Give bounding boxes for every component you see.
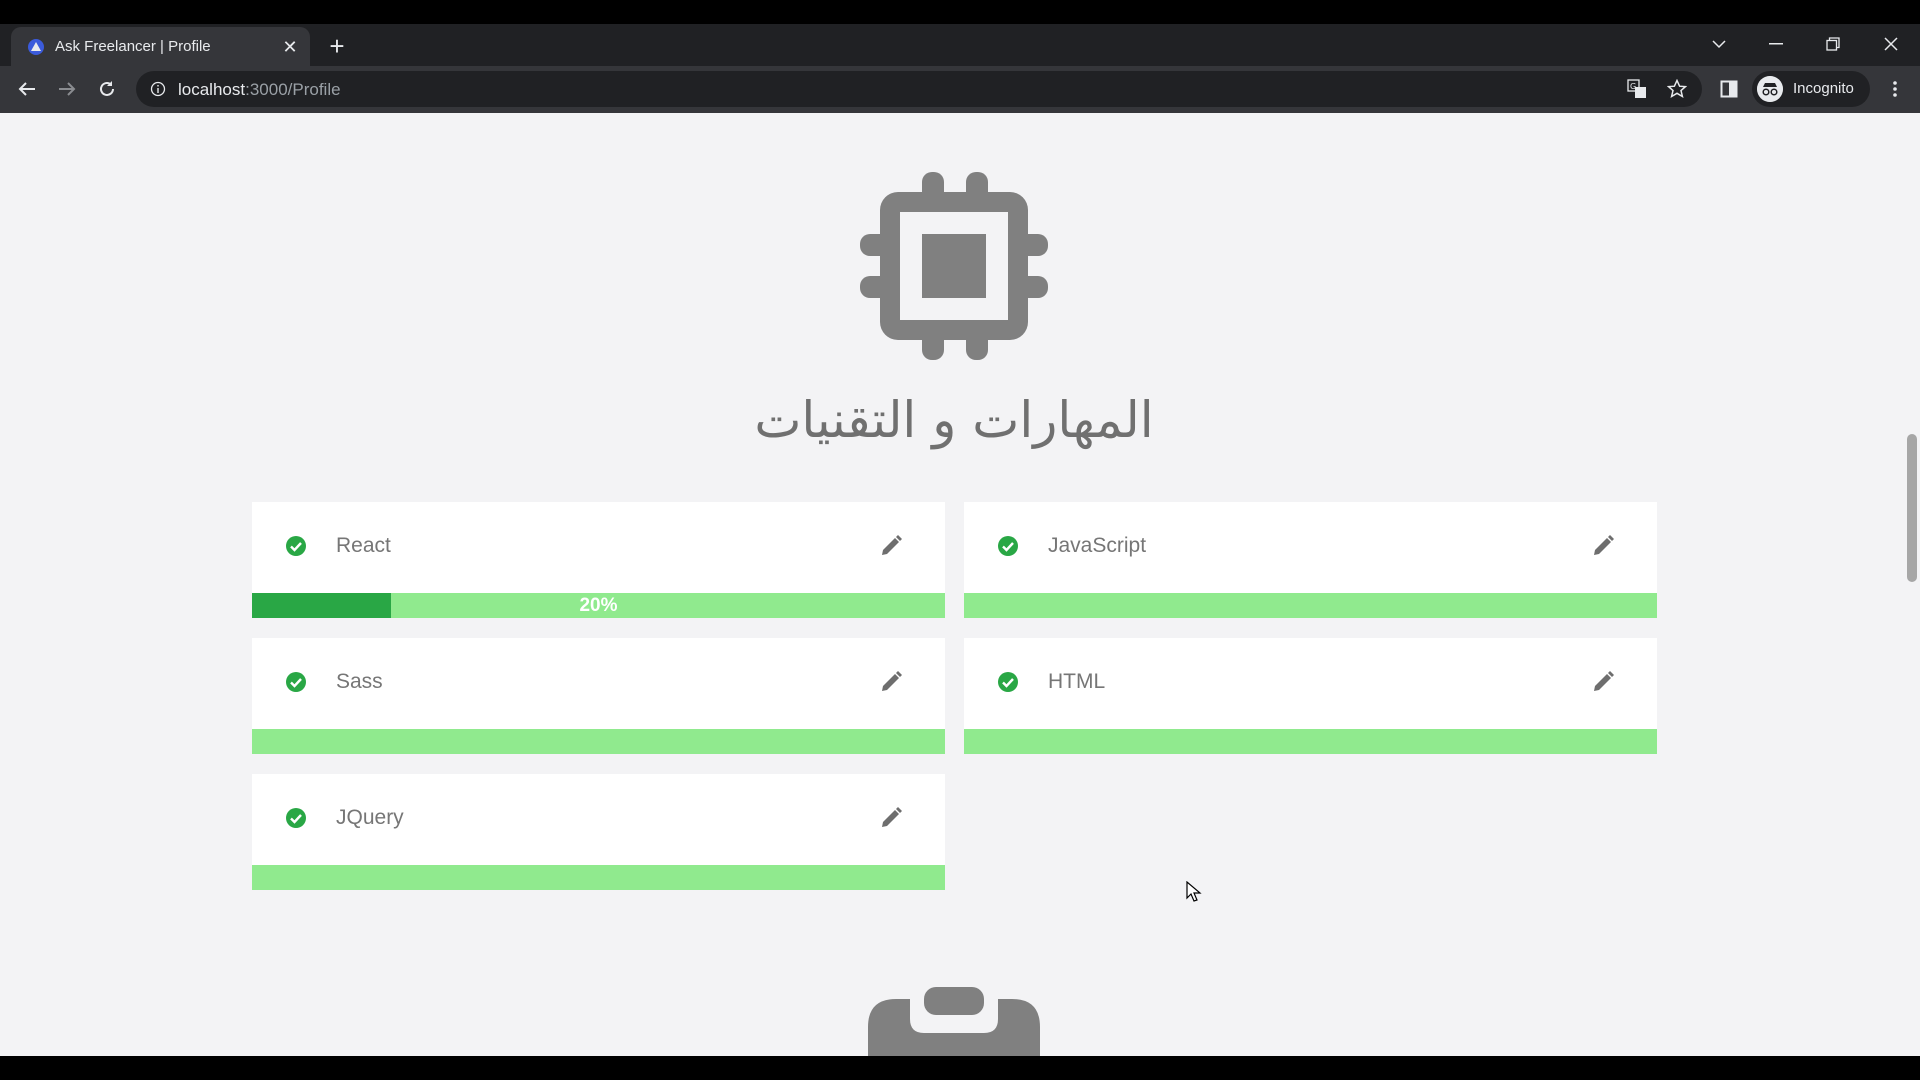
skill-progress-bar bbox=[964, 729, 1657, 754]
skill-progress-label: 20% bbox=[579, 595, 618, 616]
skill-progress-bar bbox=[964, 593, 1657, 618]
restore-button[interactable] bbox=[1813, 30, 1853, 58]
url-host: localhost bbox=[178, 80, 246, 99]
cpu-chip-icon bbox=[860, 172, 1048, 360]
skill-card: JQuery bbox=[252, 774, 945, 890]
pencil-edit-icon[interactable] bbox=[879, 534, 903, 558]
arrow-right-icon bbox=[59, 82, 76, 96]
screen-bottom-bar bbox=[0, 1056, 1920, 1080]
forward-button[interactable] bbox=[52, 74, 82, 104]
restore-icon bbox=[1826, 37, 1840, 51]
new-tab-button[interactable]: + bbox=[322, 33, 352, 60]
info-icon[interactable] bbox=[150, 81, 166, 97]
skill-progress-label bbox=[964, 593, 1657, 618]
translate-icon: G bbox=[1627, 79, 1646, 98]
reload-icon bbox=[100, 81, 114, 96]
incognito-icon bbox=[1757, 76, 1783, 102]
tab-title: Ask Freelancer | Profile bbox=[55, 38, 211, 55]
skill-progress-label bbox=[252, 729, 945, 754]
bookmark-button[interactable] bbox=[1666, 78, 1688, 100]
mouse-cursor-icon bbox=[1186, 881, 1202, 902]
url-path: :3000/Profile bbox=[245, 80, 341, 99]
reload-button[interactable] bbox=[92, 74, 122, 104]
incognito-profile-button[interactable]: Incognito bbox=[1752, 71, 1870, 107]
skill-card: React 20% bbox=[252, 502, 945, 618]
translate-button[interactable]: G bbox=[1626, 78, 1648, 100]
check-circle-icon bbox=[286, 672, 306, 692]
skill-progress-label bbox=[964, 729, 1657, 754]
skill-name: Sass bbox=[336, 670, 383, 693]
browser-chrome: Ask Freelancer | Profile ✕ + localhost:3… bbox=[0, 24, 1920, 113]
check-circle-icon bbox=[998, 672, 1018, 692]
skill-name: HTML bbox=[1048, 670, 1106, 693]
check-circle-icon bbox=[998, 536, 1018, 556]
minimize-button[interactable] bbox=[1756, 30, 1796, 58]
star-icon bbox=[1667, 79, 1687, 99]
skills-section-title: المهارات و التقنيات bbox=[754, 391, 1154, 449]
close-icon bbox=[1884, 37, 1898, 51]
browser-toolbar: localhost:3000/Profile G Incognito bbox=[0, 66, 1920, 113]
skill-progress-bar bbox=[252, 865, 945, 890]
tab-strip: Ask Freelancer | Profile ✕ + bbox=[0, 24, 1920, 66]
arrow-left-icon bbox=[18, 82, 35, 96]
more-vertical-icon bbox=[1893, 81, 1897, 97]
page-viewport: المهارات و التقنيات React 20% JavaScript Sa… bbox=[0, 113, 1920, 1056]
tab-search-button[interactable] bbox=[1699, 30, 1739, 58]
skill-card: HTML bbox=[964, 638, 1657, 754]
close-window-button[interactable] bbox=[1871, 30, 1911, 58]
incognito-label: Incognito bbox=[1793, 80, 1854, 97]
skill-progress-label bbox=[252, 865, 945, 890]
app-favicon-icon bbox=[28, 39, 44, 55]
check-circle-icon bbox=[286, 808, 306, 828]
side-panel-button[interactable] bbox=[1714, 74, 1744, 104]
check-circle-icon bbox=[286, 536, 306, 556]
skill-progress-bar: 20% bbox=[252, 593, 945, 618]
skill-card: Sass bbox=[252, 638, 945, 754]
skill-card: JavaScript bbox=[964, 502, 1657, 618]
chevron-down-icon bbox=[1712, 40, 1726, 49]
browser-menu-button[interactable] bbox=[1880, 74, 1910, 104]
tab-close-icon[interactable]: ✕ bbox=[279, 36, 301, 58]
pencil-edit-icon[interactable] bbox=[1591, 670, 1615, 694]
skill-name: JavaScript bbox=[1048, 534, 1147, 557]
side-panel-icon bbox=[1720, 80, 1738, 98]
briefcase-icon bbox=[868, 987, 1040, 1056]
pencil-edit-icon[interactable] bbox=[1591, 534, 1615, 558]
page-scrollbar-thumb[interactable] bbox=[1907, 434, 1917, 582]
skill-name: React bbox=[336, 534, 391, 557]
svg-text:G: G bbox=[1630, 82, 1636, 91]
minimize-icon bbox=[1769, 43, 1783, 45]
url-text[interactable]: localhost:3000/Profile bbox=[178, 80, 341, 100]
skill-name: JQuery bbox=[336, 806, 404, 829]
back-button[interactable] bbox=[12, 74, 42, 104]
browser-tab[interactable]: Ask Freelancer | Profile ✕ bbox=[11, 27, 310, 66]
address-bar[interactable]: localhost:3000/Profile G bbox=[136, 71, 1702, 107]
skill-progress-bar bbox=[252, 729, 945, 754]
pencil-edit-icon[interactable] bbox=[879, 806, 903, 830]
pencil-edit-icon[interactable] bbox=[879, 670, 903, 694]
